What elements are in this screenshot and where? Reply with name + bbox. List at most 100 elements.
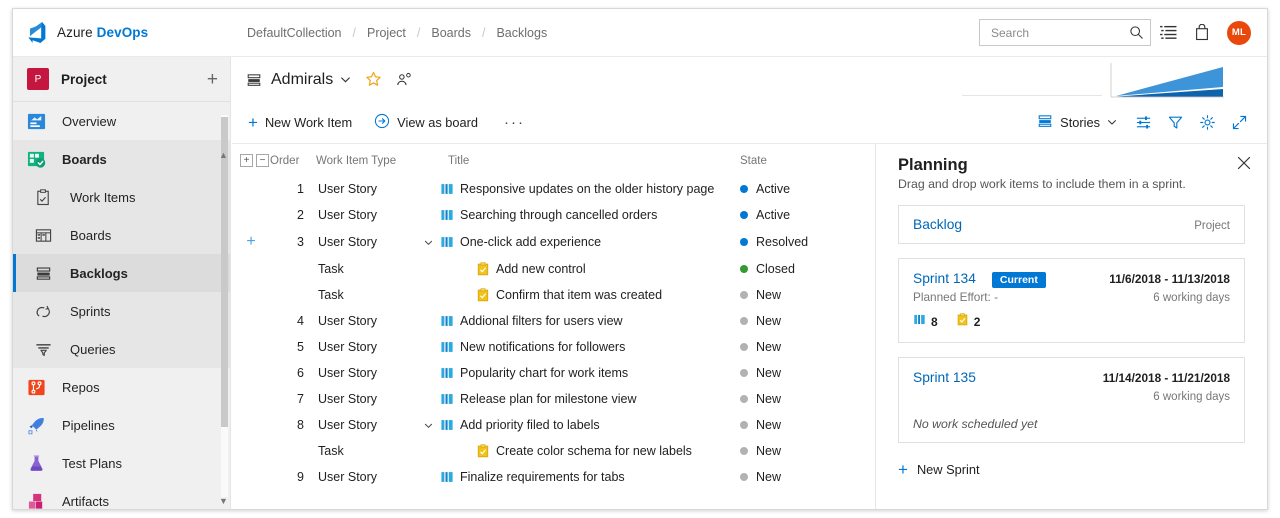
search-icon[interactable] [1129,25,1144,43]
cumulative-flow-chart[interactable] [1110,63,1225,99]
cell-title[interactable]: Finalize requirements for tabs [424,464,740,490]
state-label: New [756,470,782,484]
new-work-item-button[interactable]: + New Work Item [246,110,360,135]
grid-body: 1 User Story Responsive updates on the old… [232,176,875,490]
sidebar-item-boards[interactable]: Boards [13,216,230,254]
cell-title[interactable]: One-click add experience [424,228,740,256]
add-child-icon[interactable]: + [246,233,255,250]
sprint-name[interactable]: Sprint 134 [913,271,976,286]
breadcrumb-item-project[interactable]: Project [365,26,408,40]
sidebar-scrollbar[interactable] [221,103,228,509]
work-item-title[interactable]: Confirm that item was created [496,288,662,302]
table-row[interactable]: 5 User Story New notifications for followe… [232,334,875,360]
close-icon[interactable] [1237,156,1251,173]
work-item-title[interactable]: Finalize requirements for tabs [460,470,625,484]
filter-icon[interactable] [1159,108,1191,138]
work-item-title[interactable]: One-click add experience [460,235,601,249]
column-options-icon[interactable] [1127,108,1159,138]
table-row[interactable]: 2 User Story Searching through cancelled o… [232,202,875,228]
table-row[interactable]: 4 User Story Addional filters for users vi… [232,308,875,334]
cell-title[interactable]: Confirm that item was created [424,282,740,308]
view-as-board-button[interactable]: View as board [372,109,486,136]
table-row[interactable]: 8 User Story Add priority filed to labels N… [232,412,875,438]
cell-title[interactable]: Release plan for milestone view [424,386,740,412]
cell-title[interactable]: Addional filters for users view [424,308,740,334]
brand-logo-area[interactable]: Azure DevOps [13,9,231,57]
work-item-title[interactable]: Popularity chart for work items [460,366,628,380]
marketplace-bag-icon[interactable] [1185,16,1219,50]
sidebar-item-work-items[interactable]: Work Items [13,178,230,216]
cell-title[interactable]: Searching through cancelled orders [424,202,740,228]
table-row[interactable]: 7 User Story Release plan for milestone vi… [232,386,875,412]
column-header-state[interactable]: State [740,148,875,176]
star-icon[interactable] [365,71,382,88]
sidebar-item-boards-hub[interactable]: Boards [13,140,230,178]
cell-title[interactable]: New notifications for followers [424,334,740,360]
sidebar-item-overview[interactable]: Overview [13,102,230,140]
work-item-title[interactable]: Create color schema for new labels [496,444,692,458]
cell-title[interactable]: Add priority filed to labels [424,412,740,438]
state-label: Active [756,182,791,196]
cell-title[interactable]: Create color schema for new labels [424,438,740,464]
search-input[interactable] [989,20,1124,45]
sidebar-item-artifacts[interactable]: Artifacts [13,482,230,509]
work-item-title[interactable]: New notifications for followers [460,340,625,354]
collapse-all-icon[interactable]: − [256,154,269,167]
column-header-work-item-type[interactable]: Work Item Type [316,148,424,176]
table-row[interactable]: 6 User Story Popularity chart for work ite… [232,360,875,386]
search-box[interactable] [979,19,1151,46]
sprint-card[interactable]: Sprint 134 Current 11/6/2018 - 11/13/2018 6… [898,258,1245,343]
project-header[interactable]: P Project + [13,57,230,102]
sidebar-item-sprints[interactable]: Sprints [13,292,230,330]
work-item-title[interactable]: Addional filters for users view [460,314,623,328]
expand-all-icon[interactable]: + [240,154,253,167]
plus-icon[interactable]: + [207,70,218,89]
sidebar-item-backlogs[interactable]: Backlogs [13,254,230,292]
sprint-name[interactable]: Sprint 135 [913,370,976,385]
chevron-down-icon[interactable] [424,421,440,430]
work-item-title[interactable]: Searching through cancelled orders [460,208,657,222]
breadcrumb-item-backlogs[interactable]: Backlogs [494,26,549,40]
table-row[interactable]: 9 User Story Finalize requirements for tab… [232,464,875,490]
backlog-card[interactable]: Backlog Project [898,205,1245,244]
backlog-level-selector[interactable]: Stories [1037,113,1117,132]
sidebar-item-repos[interactable]: Repos [13,368,230,406]
backlog-card-name[interactable]: Backlog [913,217,962,232]
breadcrumb-item-boards[interactable]: Boards [429,26,473,40]
gear-icon[interactable] [1191,108,1223,138]
table-row[interactable]: Task Create color schema for new labels Ne… [232,438,875,464]
avatar[interactable]: ML [1227,20,1251,45]
work-items-icon[interactable] [1151,16,1185,50]
cell-title[interactable]: Add new control [424,256,740,282]
work-item-title[interactable]: Responsive updates on the older history … [460,182,714,196]
chevron-down-icon[interactable] [340,74,351,85]
breadcrumb-item-collection[interactable]: DefaultCollection [245,26,344,40]
sprint-card[interactable]: Sprint 135 11/14/2018 - 11/21/2018 6 worki… [898,357,1245,443]
sidebar-item-queries[interactable]: Queries [13,330,230,368]
table-row[interactable]: +3 User Story One-click add experience Reso… [232,228,875,256]
planning-subtitle: Drag and drop work items to include them… [898,177,1186,191]
work-item-title[interactable]: Add new control [496,262,586,276]
sidebar-item-test-plans[interactable]: Test Plans [13,444,230,482]
page-title[interactable]: Admirals [271,71,333,89]
chevron-down-icon[interactable] [424,238,440,247]
expand-icon[interactable] [1223,108,1255,138]
cell-title[interactable]: Responsive updates on the older history … [424,176,740,202]
scrollbar-thumb[interactable] [221,117,228,427]
row-add-child-cell[interactable]: + [232,228,270,256]
team-members-icon[interactable] [396,72,412,88]
ellipsis-icon[interactable]: ··· [498,114,531,131]
table-row[interactable]: 1 User Story Responsive updates on the old… [232,176,875,202]
table-row[interactable]: Task Confirm that item was created New [232,282,875,308]
new-sprint-button[interactable]: + New Sprint [898,461,1245,478]
cell-title[interactable]: Popularity chart for work items [424,360,740,386]
chevron-down-icon[interactable]: ▼ [218,495,229,506]
work-item-title[interactable]: Release plan for milestone view [460,392,636,406]
work-item-title[interactable]: Add priority filed to labels [460,418,600,432]
table-row[interactable]: Task Add new control Closed [232,256,875,282]
column-header-title[interactable]: Title [424,148,740,176]
chevron-up-icon[interactable]: ▲ [218,149,229,160]
column-header-order[interactable]: Order [270,148,316,176]
sidebar-item-label: Pipelines [62,417,115,433]
sidebar-item-pipelines[interactable]: Pipelines [13,406,230,444]
